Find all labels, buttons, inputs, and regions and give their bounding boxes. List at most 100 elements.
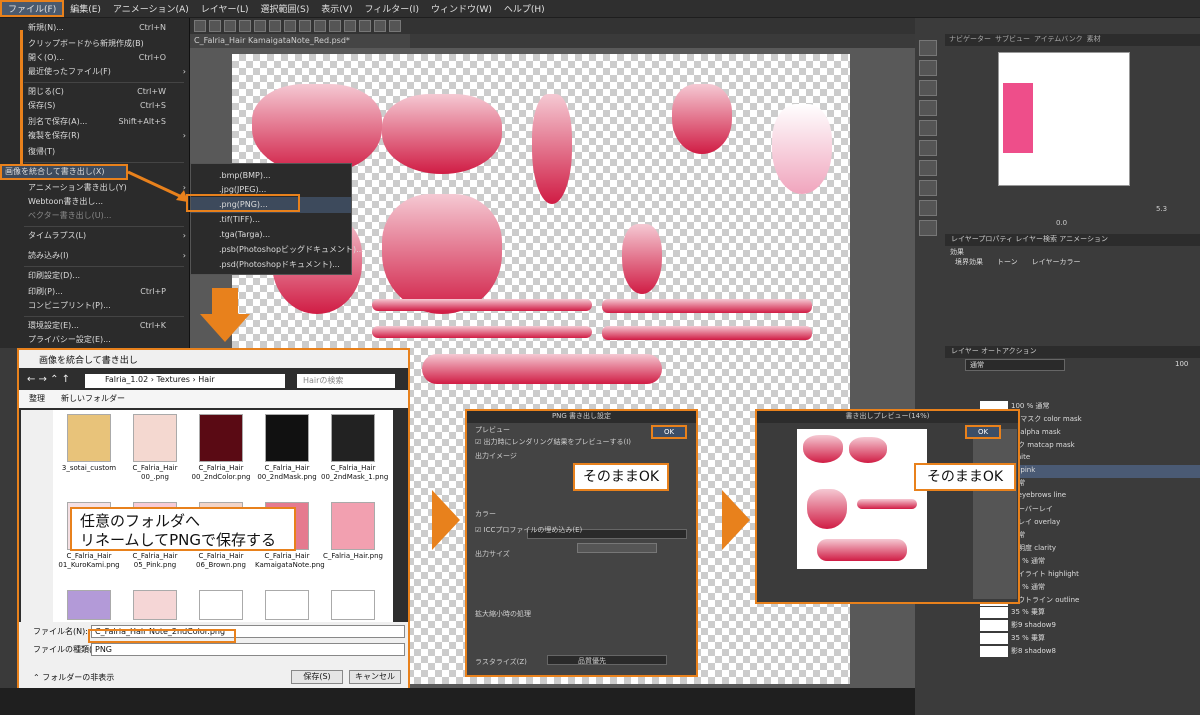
menu-item-recent[interactable]: 最近使ったファイル(F) › <box>0 64 190 80</box>
breadcrumb-item[interactable]: Falria_1.02 <box>105 375 148 384</box>
menu-window[interactable]: ウィンドウ(W) <box>425 2 498 15</box>
menu-item-print-settings[interactable]: 印刷設定(D)... <box>0 268 190 284</box>
menu-item-import[interactable]: 読み込み(I) › <box>0 248 190 264</box>
tool-icon[interactable] <box>919 160 937 176</box>
new-folder-button[interactable]: 新しいフォルダー <box>61 394 125 403</box>
menu-item-convenience-print[interactable]: コンビニプリント(P)... <box>0 298 190 314</box>
settings-icon[interactable] <box>389 20 401 32</box>
submenu-item-psd[interactable]: .psd(Photoshopドキュメント)... <box>191 257 351 273</box>
invert-icon[interactable] <box>329 20 341 32</box>
tool-icon[interactable] <box>919 180 937 196</box>
star-icon[interactable] <box>919 220 937 236</box>
nav-arrows[interactable]: ← → ⌃ ↑ <box>27 374 70 385</box>
snap-icon[interactable] <box>374 20 386 32</box>
menu-layer[interactable]: レイヤー(L) <box>195 2 255 15</box>
vertical-toolbar <box>917 36 939 276</box>
clear-icon[interactable] <box>269 20 281 32</box>
menu-item-timelapse[interactable]: タイムラプス(L) › <box>0 228 190 244</box>
menu-selection[interactable]: 選択範囲(S) <box>255 2 316 15</box>
file-item[interactable]: C_Falria_Hair 00_2ndMask_1.png <box>321 414 388 494</box>
png-ok-button[interactable]: OK <box>651 425 687 439</box>
grid-icon[interactable] <box>359 20 371 32</box>
preview-ok-button[interactable]: OK <box>965 425 1001 439</box>
menu-item-export-flattened[interactable]: 画像を統合して書き出し(X) <box>0 164 128 180</box>
submenu-item-psb[interactable]: .psb(Photoshopビッグドキュメント)... <box>191 242 364 258</box>
ruler-icon[interactable] <box>344 20 356 32</box>
layer-color-button[interactable]: レイヤーカラー <box>1032 257 1081 269</box>
breadcrumb-item[interactable]: Textures <box>157 375 190 384</box>
menu-item-save-copy[interactable]: 複製を保存(R) › <box>0 128 190 144</box>
layer-row[interactable]: 35 % 乗算 <box>945 632 1200 645</box>
menu-filter[interactable]: フィルター(I) <box>358 2 425 15</box>
file-item[interactable] <box>189 590 253 620</box>
transform-icon[interactable] <box>284 20 296 32</box>
opacity-value[interactable]: 100 <box>1175 360 1188 368</box>
tone-button[interactable]: トーン <box>997 257 1018 269</box>
submenu-item-tga[interactable]: .tga(Targa)... <box>191 227 351 243</box>
tab-layer-search[interactable]: レイヤー検索 <box>1015 235 1057 243</box>
file-item[interactable] <box>321 590 385 620</box>
tab-item-bank[interactable]: アイテムバンク <box>1034 34 1083 46</box>
blend-mode-select[interactable]: 通常 <box>965 359 1065 371</box>
layer-name: 35 % 乗算 <box>1011 634 1046 643</box>
menu-help[interactable]: ヘルプ(H) <box>498 2 551 15</box>
menu-item-new[interactable]: 新規(N)... Ctrl+N <box>0 20 190 36</box>
file-item[interactable]: C_Falria_Hair 00_.png <box>123 414 187 494</box>
save-icon[interactable] <box>224 20 236 32</box>
tab-subview[interactable]: サブビュー <box>995 34 1030 46</box>
submenu-item-tif[interactable]: .tif(TIFF)... <box>191 212 351 228</box>
file-item[interactable] <box>123 590 187 620</box>
file-item[interactable]: 3_sotai_custom <box>57 414 121 494</box>
new-icon[interactable] <box>194 20 206 32</box>
menu-item-revert[interactable]: 復帰(T) <box>0 144 190 160</box>
redo-icon[interactable] <box>254 20 266 32</box>
tab-layer-property[interactable]: レイヤープロパティ <box>951 235 1013 243</box>
layer-row[interactable]: 影9 shadow9 <box>945 619 1200 632</box>
layer-row[interactable]: 35 % 乗算 <box>945 606 1200 619</box>
open-icon[interactable] <box>209 20 221 32</box>
menu-animation[interactable]: アニメーション(A) <box>107 2 195 15</box>
menu-file[interactable]: ファイル(F) <box>0 0 65 17</box>
tool-icon[interactable] <box>919 60 937 76</box>
menu-item-privacy[interactable]: プライバシー設定(E)... <box>0 332 190 348</box>
tool-icon[interactable] <box>919 80 937 96</box>
menu-edit[interactable]: 編集(E) <box>64 2 107 15</box>
breadcrumb-item[interactable]: Hair <box>198 375 214 384</box>
tab-navigator[interactable]: ナビゲーター <box>949 34 991 46</box>
file-item[interactable]: C_Falria_Hair 00_2ndMask.png <box>255 414 319 494</box>
organize-button[interactable]: 整理 <box>29 394 45 403</box>
file-item[interactable]: C_Falria_Hair.png <box>321 502 385 582</box>
save-button[interactable]: 保存(S) <box>291 670 343 684</box>
address-bar[interactable]: Falria_1.02 › Textures › Hair <box>85 374 285 388</box>
border-effect-button[interactable]: 境界効果 <box>955 257 983 269</box>
menu-item-save[interactable]: 保存(S) Ctrl+S <box>0 98 190 114</box>
tool-icon[interactable] <box>919 100 937 116</box>
tool-icon[interactable] <box>919 200 937 216</box>
zoom-icon[interactable] <box>919 40 937 56</box>
document-tab[interactable]: C_Falria_Hair KamaigataNote_Red.psd* <box>190 34 410 48</box>
preview-checkbox[interactable]: ☑ 出力時にレンダリング結果をプレビューする(I) <box>475 437 631 447</box>
tool-icon[interactable] <box>919 120 937 136</box>
icc-checkbox[interactable]: ☑ ICCプロファイルの埋め込み(E) <box>475 525 582 535</box>
tab-auto-action[interactable]: オートアクション <box>981 347 1037 355</box>
tab-animation[interactable]: アニメーション <box>1059 235 1108 243</box>
cancel-button[interactable]: キャンセル <box>349 670 401 684</box>
select-all-icon[interactable] <box>314 20 326 32</box>
filetype-select[interactable]: PNG <box>91 643 405 656</box>
search-input[interactable]: Hairの検索 <box>297 374 395 388</box>
deselect-icon[interactable] <box>299 20 311 32</box>
hide-folders-toggle[interactable]: ⌃ フォルダーの非表示 <box>33 672 114 683</box>
file-item[interactable]: C_Falria_Hair 00_2ndColor.png <box>189 414 253 494</box>
file-item[interactable] <box>255 590 319 620</box>
file-item[interactable] <box>57 590 121 620</box>
tab-layer[interactable]: レイヤー <box>951 347 979 355</box>
tab-material[interactable]: 素材 <box>1087 34 1101 46</box>
raster-select[interactable]: 品質優先 <box>547 655 667 665</box>
hair-strand <box>252 84 382 174</box>
tool-icon[interactable] <box>919 140 937 156</box>
navigator-preview[interactable] <box>998 52 1130 186</box>
menu-view[interactable]: 表示(V) <box>315 2 358 15</box>
layer-row[interactable]: 影8 shadow8 <box>945 645 1200 658</box>
color-detail-button[interactable] <box>577 543 657 553</box>
undo-icon[interactable] <box>239 20 251 32</box>
